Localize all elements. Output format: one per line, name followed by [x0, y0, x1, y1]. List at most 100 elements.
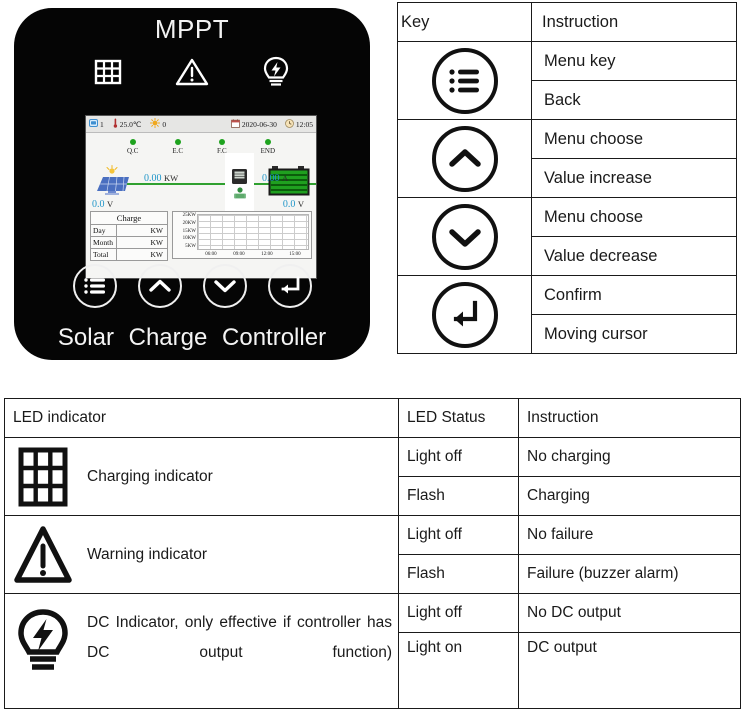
key-instruction-menu: Menu key — [531, 41, 737, 81]
charge-total-value: KW — [116, 248, 168, 261]
calendar-icon — [231, 118, 240, 130]
table-header-row: Key Instruction — [397, 2, 737, 42]
warning-indicator-label: Warning indicator — [87, 545, 208, 563]
charging-indicator-cell: Charging indicator — [4, 437, 399, 516]
lcd-time-value: 12:05 — [295, 119, 313, 129]
led-table-header-status: LED Status — [398, 398, 519, 438]
chart-xtick: 15:00 — [289, 252, 301, 257]
menu-key-button[interactable] — [72, 264, 117, 308]
led-indicator-table: LED indicator LED Status Instruction Cha… — [4, 398, 741, 709]
stage-qc: Q.C — [127, 139, 138, 155]
charging-indicator-label: Charging indicator — [87, 467, 213, 485]
dc-indicator-cell: DC Indicator, only effective if controll… — [4, 593, 399, 709]
lcd-status-bar: 1 25.0℃ 0 2020-06-30 12:05 — [86, 116, 316, 133]
charge-day-value: KW — [116, 224, 168, 237]
chart-xtick: 06:00 — [205, 252, 217, 257]
led-status-charging-flash: Flash — [398, 476, 519, 516]
device-caption-word-controller: Controller — [222, 324, 327, 351]
led-instruction-charging: Charging — [518, 476, 741, 516]
pv-power-value: 0.00 — [144, 173, 162, 184]
key-instruction-table: Key Instruction Menu key Back Menu choos… — [397, 2, 737, 354]
stage-end: END — [261, 139, 275, 155]
charge-day-label: Day — [90, 224, 117, 237]
up-key-button[interactable] — [137, 264, 182, 308]
device-button-row — [14, 264, 370, 308]
table-row: Charge — [90, 211, 168, 225]
table-row: Warning indicator Light off No failure — [4, 515, 741, 594]
stage-fc-led — [218, 139, 225, 145]
key-instruction-moving-cursor: Moving cursor — [531, 314, 737, 354]
stage-qc-label: Q.C — [126, 147, 139, 155]
charge-power-chart: 25KW 20KW 15KW 10KW 5KW 06:00 09:00 12:0… — [172, 211, 312, 259]
lcd-id-value: 1 — [100, 119, 104, 129]
table-row: Month KW — [90, 236, 168, 249]
thermometer-icon — [113, 118, 118, 130]
led-instruction-no-charging: No charging — [518, 437, 741, 477]
stage-ec-label: E.C — [172, 147, 184, 155]
controller-unit-icon — [225, 153, 254, 215]
key-instruction-menu-choose-up: Menu choose — [531, 119, 737, 159]
pv-voltage-value: 0.0 — [92, 199, 105, 210]
led-instruction-no-dc-output: No DC output — [518, 593, 741, 633]
device-led-row — [14, 48, 370, 96]
charge-total-label: Total — [90, 248, 117, 261]
stage-ec-led — [174, 139, 181, 145]
table-header-row: LED indicator LED Status Instruction — [4, 398, 741, 438]
sun-icon — [150, 117, 161, 130]
key-instruction-confirm: Confirm — [531, 275, 737, 315]
device-caption-word-charge: Charge — [128, 324, 208, 351]
dc-indicator-label: DC Indicator, only effective if controll… — [87, 613, 392, 661]
battery-voltage-value: 0.0 — [282, 199, 296, 210]
warning-triangle-icon — [11, 524, 75, 586]
led-status-dc-on: Light on — [398, 632, 519, 709]
battery-current-readout: 0.00 A — [262, 173, 288, 184]
led-instruction-failure: Failure (buzzer alarm) — [518, 554, 741, 594]
device-caption-word-solar: Solar — [57, 324, 114, 351]
led-table-header-instruction: Instruction — [518, 398, 741, 438]
chart-xtick: 12:00 — [261, 252, 273, 257]
down-key-button[interactable] — [202, 264, 247, 308]
chart-xtick: 09:00 — [233, 252, 245, 257]
enter-key-button[interactable] — [267, 264, 312, 308]
pv-voltage-unit: V — [107, 199, 114, 209]
pv-voltage-readout: 0.0 V — [92, 199, 113, 210]
lcd-temp-value: 25.0℃ — [119, 119, 142, 129]
battery-voltage-unit: V — [297, 199, 304, 209]
dc-bulb-icon — [256, 52, 296, 92]
charge-month-label: Month — [90, 236, 117, 249]
key-table-header-instruction: Instruction — [531, 2, 737, 42]
key-instruction-menu-choose-down: Menu choose — [531, 197, 737, 237]
stage-qc-led — [129, 139, 136, 145]
stage-ec: E.C — [172, 139, 183, 155]
lcd-charge-stage-row: Q.C E.C F.C END — [86, 139, 316, 155]
up-key-icon — [431, 125, 498, 192]
battery-voltage-readout: 0.0 V — [283, 199, 304, 210]
charge-summary-table: Charge Day KW Month KW Total KW — [90, 211, 168, 261]
chart-ytick: 20KW — [182, 220, 196, 226]
down-key-icon-cell — [397, 197, 532, 276]
table-row: Menu key — [397, 41, 737, 120]
chart-plot-area — [197, 214, 309, 250]
dc-bulb-icon — [11, 608, 75, 676]
clock-icon — [285, 118, 294, 130]
enter-key-icon — [431, 281, 498, 348]
led-status-dc-off: Light off — [398, 593, 519, 633]
warning-triangle-icon — [172, 52, 212, 92]
key-instruction-back: Back — [531, 80, 737, 120]
table-row: Day KW — [90, 224, 168, 237]
charging-grid-icon — [88, 52, 128, 92]
charge-table-header: Charge — [90, 211, 168, 225]
chart-x-axis-labels: 06:00 09:00 12:00 15:00 — [197, 252, 309, 257]
down-key-icon — [431, 203, 498, 270]
lcd-screen: 1 25.0℃ 0 2020-06-30 12:05 Q.C E.C F.C E… — [85, 115, 317, 279]
charging-grid-icon — [11, 446, 75, 508]
led-status-charging-off: Light off — [398, 437, 519, 477]
chart-ytick: 15KW — [182, 228, 196, 234]
key-table-header-key: Key — [397, 2, 532, 42]
battery-current-unit: A — [282, 173, 289, 183]
battery-current-value: 0.00 — [262, 173, 280, 184]
pv-power-unit: KW — [164, 173, 179, 183]
chart-ytick: 10KW — [182, 236, 196, 242]
table-row: Menu choose — [397, 119, 737, 198]
device-title: MPPT — [154, 14, 230, 44]
